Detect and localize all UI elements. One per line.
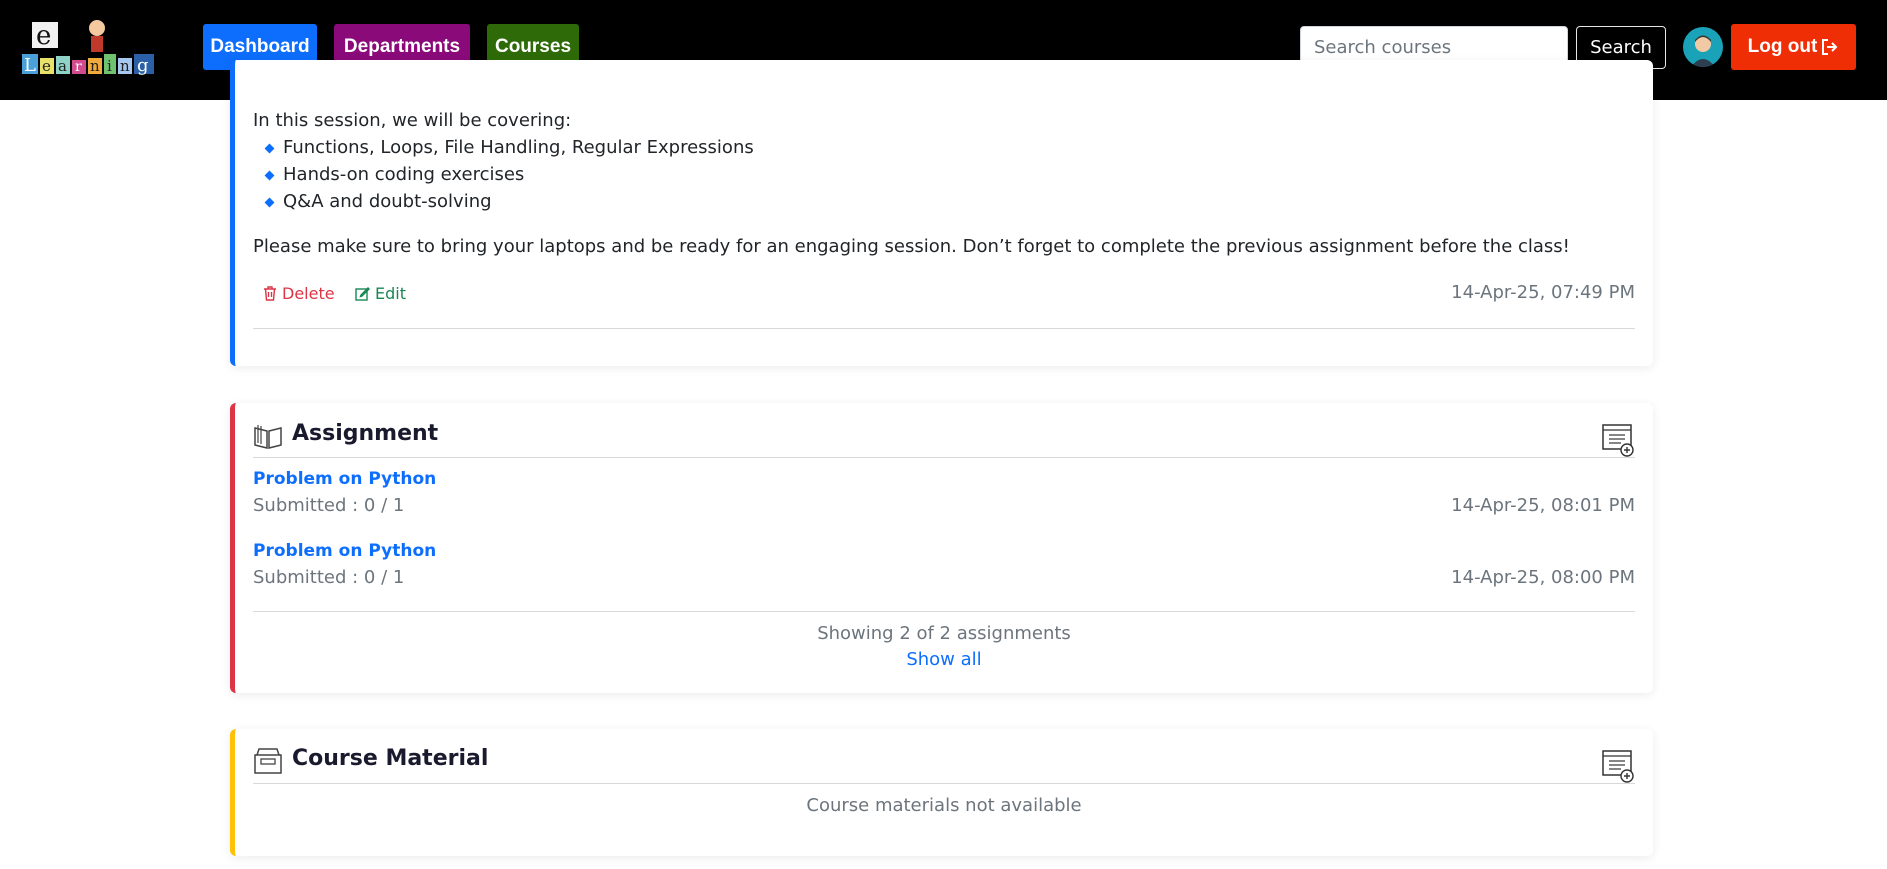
logout-icon	[1822, 39, 1838, 55]
trash-icon	[264, 286, 276, 301]
assignments-summary: Showing 2 of 2 assignments	[817, 623, 1071, 644]
announcement-intro: In this session, we will be covering:	[253, 110, 572, 131]
svg-text:g: g	[137, 55, 149, 76]
assignment-submitted: Submitted : 0 / 1	[253, 567, 405, 588]
assignment-link[interactable]: Problem on Python	[253, 469, 436, 489]
svg-text:n: n	[90, 57, 100, 75]
book-icon	[254, 425, 282, 449]
show-all-link[interactable]: Show all	[235, 649, 1653, 670]
svg-text:a: a	[58, 57, 67, 75]
delete-label: Delete	[282, 284, 335, 303]
assignment-timestamp: 14-Apr-25, 08:00 PM	[1451, 567, 1635, 588]
delete-button[interactable]: Delete	[263, 284, 335, 303]
edit-button[interactable]: Edit	[355, 284, 406, 303]
logout-label: Log out	[1747, 36, 1818, 57]
announcement-note: Please make sure to bring your laptops a…	[253, 236, 1570, 257]
assignment-timestamp: 14-Apr-25, 08:01 PM	[1451, 495, 1635, 516]
divider	[253, 328, 1635, 329]
course-material-card: Course Material Course materials not ava…	[230, 729, 1653, 856]
announcement-bullet: Functions, Loops, File Handling, Regular…	[283, 137, 754, 158]
divider	[253, 783, 1635, 784]
elearning-logo[interactable]: e L e a r n i n g	[22, 18, 176, 78]
archive-box-icon	[254, 748, 282, 774]
user-avatar[interactable]	[1683, 27, 1723, 67]
bullet-icon	[264, 197, 275, 208]
announcement-bullet: Q&A and doubt-solving	[283, 191, 492, 212]
assignment-submitted: Submitted : 0 / 1	[253, 495, 405, 516]
logout-button[interactable]: Log out	[1731, 24, 1856, 70]
edit-label: Edit	[375, 284, 406, 303]
announcement-timestamp: 14-Apr-25, 07:49 PM	[1451, 282, 1635, 303]
assignment-card: Assignment Problem on Python Submitted :…	[230, 403, 1653, 693]
course-material-title: Course Material	[292, 746, 489, 771]
svg-text:r: r	[75, 59, 82, 75]
svg-text:e: e	[42, 57, 51, 75]
divider	[253, 611, 1635, 612]
assignment-title: Assignment	[292, 421, 439, 446]
add-material-icon[interactable]	[1601, 749, 1635, 783]
add-assignment-icon[interactable]	[1601, 423, 1635, 457]
course-material-empty: Course materials not available	[806, 795, 1082, 816]
bullet-icon	[264, 170, 275, 181]
divider	[253, 457, 1635, 458]
bullet-icon	[264, 143, 275, 154]
assignment-link[interactable]: Problem on Python	[253, 541, 436, 561]
announcement-card: In this session, we will be covering: Fu…	[230, 60, 1653, 366]
edit-icon	[355, 287, 370, 301]
announcement-bullet: Hands-on coding exercises	[283, 164, 525, 185]
svg-text:n: n	[120, 57, 130, 75]
svg-text:L: L	[24, 55, 36, 76]
svg-text:i: i	[107, 57, 112, 75]
svg-text:e: e	[36, 21, 51, 51]
